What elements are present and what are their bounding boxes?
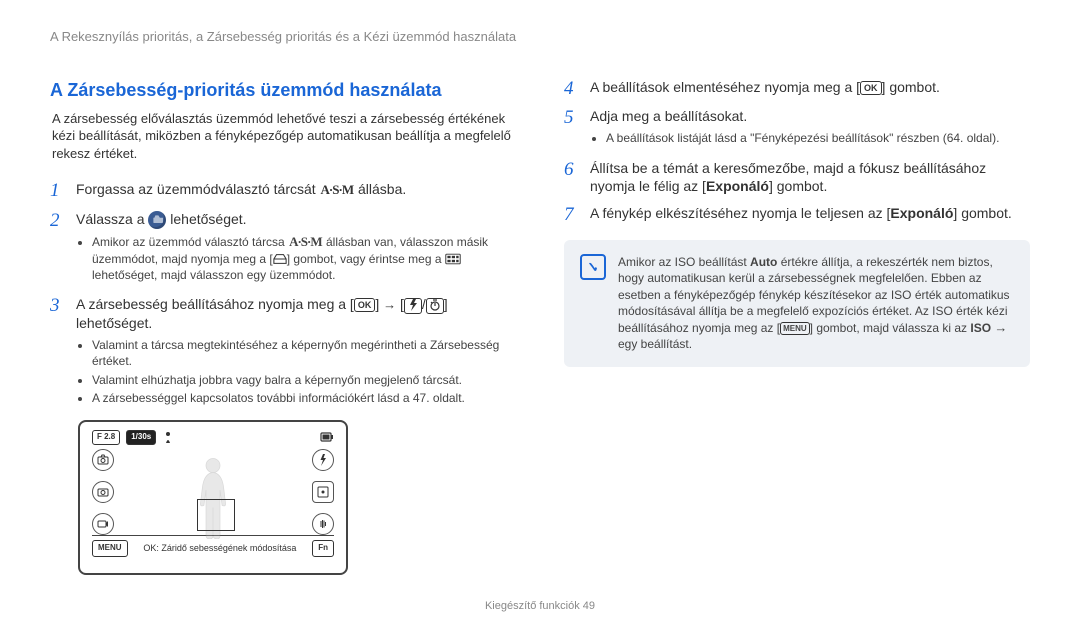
text-fragment: Amikor az üzemmód választó tárcsa (92, 235, 288, 249)
step-bullet: Valamint elhúzhatja jobbra vagy balra a … (92, 372, 516, 388)
mode-icon (92, 449, 114, 471)
ok-icon: OK (354, 298, 376, 312)
camera-screen-figure: F 2.8 1/30s (78, 420, 348, 575)
text-fragment: egy beállítást. (618, 337, 692, 351)
menu-icon: MENU (780, 322, 810, 335)
step-text: Forgassa az üzemmódválasztó tárcsát A·S·… (76, 181, 406, 197)
text-fragment: állásba. (354, 181, 406, 197)
text-fragment: Válassza a (76, 211, 148, 227)
text-fragment: lehetőséget. (170, 211, 246, 227)
step-text: A beállítások elmentéséhez nyomja meg a … (590, 79, 940, 95)
step-1: 1 Forgassa az üzemmódválasztó tárcsát A·… (50, 180, 516, 202)
section-heading: A Zársebesség-prioritás üzemmód használa… (50, 78, 516, 102)
metering-icon (312, 481, 334, 503)
bold-term: Exponáló (890, 205, 953, 221)
bold-term: Exponáló (706, 178, 769, 194)
step-text: Állítsa be a témát a keresőmezőbe, majd … (590, 160, 986, 195)
asm-icon: A·S·M (288, 233, 323, 251)
step-number: 7 (564, 204, 580, 226)
asm-icon: A·S·M (320, 181, 355, 199)
step-text: Adja meg a beállításokat. (590, 108, 747, 124)
battery-icon (320, 431, 334, 443)
person-thumb-icon (162, 430, 186, 444)
step-bullet: Amikor az üzemmód választó tárcsa A·S·M … (92, 233, 516, 283)
step-2: 2 Válassza a lehetőséget. Amikor az üzem… (50, 210, 516, 287)
step-4: 4 A beállítások elmentéséhez nyomja meg … (564, 78, 1030, 100)
text-fragment: A zársebesség beállításához nyomja meg a… (76, 296, 354, 312)
right-column: 4 A beállítások elmentéséhez nyomja meg … (564, 78, 1030, 575)
flash-icon (404, 298, 422, 314)
step-text: Válassza a lehetőséget. (76, 211, 247, 227)
bold-term: Auto (750, 255, 777, 269)
step-6: 6 Állítsa be a témát a keresőmezőbe, maj… (564, 159, 1030, 197)
note-box: Amikor az ISO beállítást Auto értékre ál… (564, 240, 1030, 366)
mode-circle-icon (148, 211, 166, 229)
note-text: Amikor az ISO beállítást Auto értékre ál… (618, 254, 1014, 352)
menu-label: MENU (92, 540, 128, 557)
panel-icon (445, 253, 461, 265)
step-text: A zársebesség beállításához nyomja meg a… (76, 296, 448, 331)
drawer-icon (273, 253, 287, 265)
arrow-icon: → (383, 297, 396, 312)
text-fragment: Amikor az ISO beállítást (618, 255, 750, 269)
stabilizer-icon (312, 513, 334, 535)
flash-status-icon (312, 449, 334, 471)
intro-text: A zársebesség előválasztás üzemmód lehet… (50, 110, 516, 163)
text-fragment: ] gombot. (953, 205, 1011, 221)
shutter-value: 1/30s (126, 430, 156, 445)
step-bullet: A zársebességgel kapcsolatos további inf… (92, 390, 516, 406)
aperture-value: F 2.8 (92, 430, 120, 445)
breadcrumb: A Rekesznyílás prioritás, a Zársebesség … (50, 28, 1030, 46)
mode-icon (92, 481, 114, 503)
note-icon (580, 254, 606, 280)
page-footer: Kiegészítő funkciók 49 (50, 599, 1030, 614)
step-number: 4 (564, 78, 580, 100)
step-bullet: Valamint a tárcsa megtekintéséhez a képe… (92, 337, 516, 369)
text-fragment: ] gombot. (882, 79, 940, 95)
figure-caption: OK: Záridő sebességének módosítása (136, 542, 305, 554)
step-number: 2 (50, 210, 66, 287)
step-3: 3 A zársebesség beállításához nyomja meg… (50, 295, 516, 410)
step-number: 5 (564, 107, 580, 150)
timer-icon (426, 298, 444, 314)
text-fragment: lehetőséget, majd válasszon egy üzemmódo… (92, 268, 335, 282)
focus-frame (197, 499, 235, 531)
arrow-icon: → (994, 320, 1007, 335)
text-fragment: Forgassa az üzemmódválasztó tárcsát (76, 181, 320, 197)
bold-term: ISO (970, 321, 991, 335)
step-bullet: A beállítások listáját lásd a "Fényképez… (606, 130, 1030, 146)
text-fragment: A beállítások elmentéséhez nyomja meg a … (590, 79, 860, 95)
step-5: 5 Adja meg a beállításokat. A beállításo… (564, 107, 1030, 150)
step-number: 3 (50, 295, 66, 410)
left-column: A Zársebesség-prioritás üzemmód használa… (50, 78, 516, 575)
step-7: 7 A fénykép elkészítéséhez nyomja le tel… (564, 204, 1030, 226)
mode-icon (92, 513, 114, 535)
ok-icon: OK (860, 81, 882, 95)
text-fragment: ] gombot, majd válassza ki az (810, 321, 971, 335)
text-fragment: ] gombot, vagy érintse meg a (287, 252, 445, 266)
step-number: 1 (50, 180, 66, 202)
fn-label: Fn (312, 540, 334, 557)
text-fragment: ] gombot. (769, 178, 827, 194)
text-fragment: A fénykép elkészítéséhez nyomja le telje… (590, 205, 890, 221)
step-number: 6 (564, 159, 580, 197)
step-text: A fénykép elkészítéséhez nyomja le telje… (590, 205, 1012, 221)
